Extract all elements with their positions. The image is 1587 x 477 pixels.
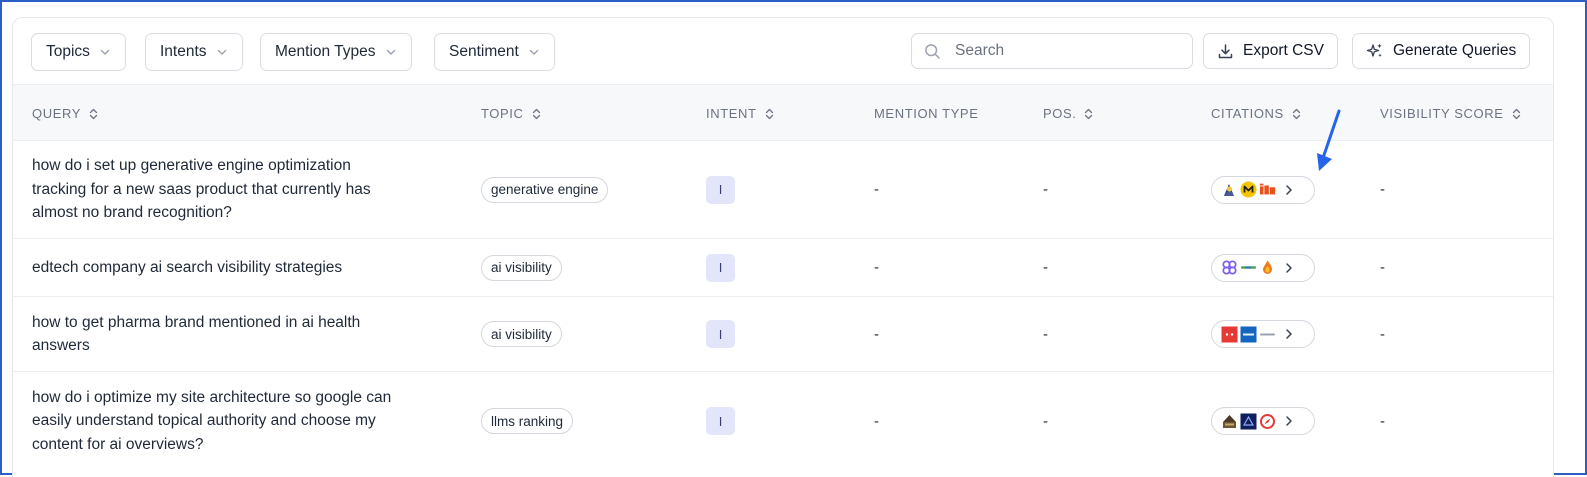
queries-table-panel: Topics Intents Mention Types Sentiment S… (12, 17, 1554, 477)
blue-square-logo-icon (1240, 326, 1257, 343)
citations-button[interactable] (1211, 407, 1315, 435)
table-row[interactable]: how do i optimize my site architecture s… (13, 372, 1553, 470)
intent-badge: I (706, 407, 735, 435)
column-header-label: POS. (1043, 106, 1077, 121)
bronze-badge-icon (1221, 413, 1238, 430)
column-header-intent[interactable]: INTENT (706, 85, 774, 142)
chevron-down-icon (528, 46, 540, 58)
search-input[interactable] (955, 42, 1175, 60)
export-csv-button[interactable]: Export CSV (1203, 33, 1338, 69)
orange-logo-icon (1259, 181, 1276, 198)
chevron-down-icon (385, 46, 397, 58)
mention-type-value: - (874, 325, 879, 343)
sort-icon (1084, 108, 1093, 120)
sort-icon (89, 108, 98, 120)
intent-badge: I (706, 175, 735, 204)
topic-chip[interactable]: ai visibility (481, 321, 562, 347)
query-text: how do i set up generative engine optimi… (32, 157, 371, 222)
position-value: - (1043, 412, 1048, 430)
generate-queries-label: Generate Queries (1393, 42, 1517, 59)
toolbar: Topics Intents Mention Types Sentiment S… (13, 18, 1553, 84)
position-value: - (1043, 259, 1048, 276)
visibility-score-value: - (1380, 259, 1385, 276)
chevron-right-icon (1284, 415, 1294, 427)
topics-filter-button[interactable]: Topics (31, 33, 126, 71)
column-header-position[interactable]: POS. (1043, 85, 1093, 142)
mention-type-value: - (874, 259, 879, 276)
export-csv-label: Export CSV (1243, 42, 1324, 59)
column-header-label: QUERY (32, 106, 81, 121)
sort-icon (1292, 108, 1301, 120)
column-header-query[interactable]: QUERY (32, 85, 98, 142)
red-compass-icon (1259, 413, 1276, 430)
mention-types-filter-button[interactable]: Mention Types (260, 33, 412, 71)
citations-button[interactable] (1211, 253, 1315, 282)
screenshot-frame: Topics Intents Mention Types Sentiment S… (0, 0, 1587, 477)
citations-button[interactable] (1211, 320, 1315, 348)
rocket-person-icon (1221, 181, 1238, 198)
citations-button[interactable] (1211, 175, 1315, 204)
chevron-right-icon (1284, 184, 1294, 196)
intent-badge: I (706, 253, 735, 282)
visibility-score-value: - (1380, 412, 1385, 430)
column-header-label: INTENT (706, 106, 757, 121)
purple-clover-icon (1221, 259, 1238, 276)
table-row[interactable]: how to get pharma brand mentioned in ai … (13, 297, 1553, 372)
sentiment-filter-label: Sentiment (449, 43, 519, 60)
position-value: - (1043, 181, 1048, 198)
column-header-citations[interactable]: CITATIONS (1211, 85, 1301, 142)
sort-icon (532, 108, 541, 120)
query-text: how do i optimize my site architecture s… (32, 388, 392, 453)
column-header-visibility-score[interactable]: VISIBILITY SCORE (1380, 85, 1521, 142)
table-row[interactable]: edtech company ai search visibility stra… (13, 239, 1553, 297)
query-text: how to get pharma brand mentioned in ai … (32, 313, 361, 355)
column-header-topic[interactable]: TOPIC (481, 85, 541, 142)
topic-chip[interactable]: generative engine (481, 176, 609, 203)
grey-text-logo-icon (1259, 326, 1276, 343)
column-header-label: CITATIONS (1211, 106, 1284, 121)
intents-filter-label: Intents (160, 43, 207, 60)
mention-types-filter-label: Mention Types (275, 43, 376, 60)
chevron-down-icon (216, 46, 228, 58)
position-value: - (1043, 325, 1048, 343)
annotation-arrow-icon (1317, 109, 1341, 171)
chevron-right-icon (1284, 328, 1294, 340)
topic-chip[interactable]: ai visibility (481, 254, 562, 281)
green-text-logo-icon (1240, 259, 1257, 276)
sort-icon (765, 108, 774, 120)
chevron-down-icon (99, 46, 111, 58)
visibility-score-value: - (1380, 181, 1385, 198)
search-icon (924, 43, 941, 60)
generate-queries-button[interactable]: Generate Queries (1352, 33, 1531, 69)
sort-icon (1512, 108, 1521, 120)
navy-square-icon (1240, 413, 1257, 430)
search-box[interactable] (911, 33, 1193, 69)
topics-filter-label: Topics (46, 43, 90, 60)
visibility-score-value: - (1380, 325, 1385, 343)
download-icon (1218, 43, 1233, 58)
sparkle-icon (1366, 43, 1382, 58)
red-square-logo-icon (1221, 326, 1238, 343)
chevron-right-icon (1284, 262, 1294, 274)
column-header-mention-type: MENTION TYPE (874, 85, 978, 142)
orange-flame-icon (1259, 259, 1276, 276)
yellow-m-icon (1240, 181, 1257, 198)
intents-filter-button[interactable]: Intents (145, 33, 243, 71)
sentiment-filter-button[interactable]: Sentiment (434, 33, 555, 71)
mention-type-value: - (874, 181, 879, 198)
intent-badge: I (706, 320, 735, 348)
query-text: edtech company ai search visibility stra… (32, 258, 343, 276)
column-header-label: MENTION TYPE (874, 106, 979, 121)
mention-type-value: - (874, 412, 879, 430)
topic-chip[interactable]: llms ranking (481, 408, 574, 434)
column-header-label: TOPIC (481, 106, 524, 121)
column-header-label: VISIBILITY SCORE (1380, 106, 1504, 121)
